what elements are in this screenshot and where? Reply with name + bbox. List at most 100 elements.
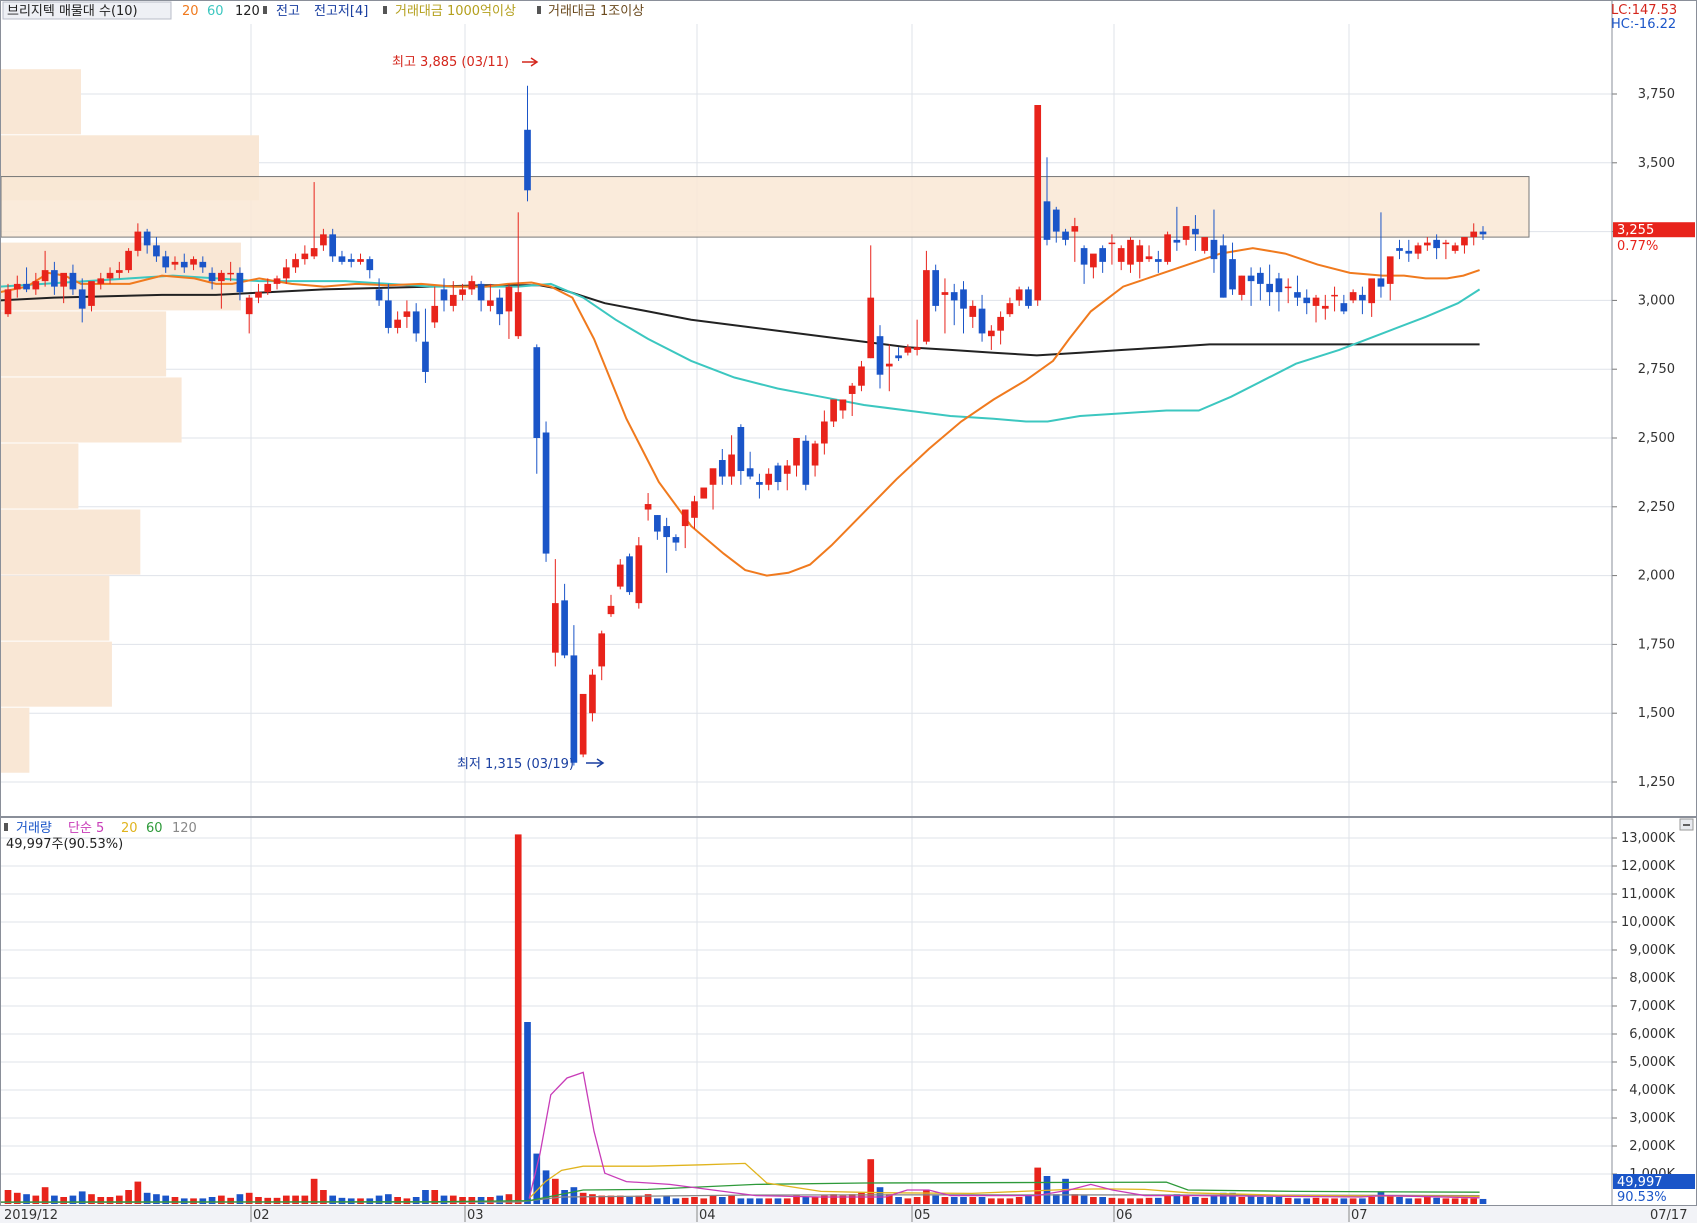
volume-bar bbox=[1182, 1195, 1190, 1204]
candle-body bbox=[1321, 305, 1329, 309]
volume-bar bbox=[134, 1181, 142, 1204]
volume-bar bbox=[468, 1197, 476, 1204]
candle-body bbox=[644, 504, 652, 510]
candle-body bbox=[1210, 239, 1218, 260]
price-legend[interactable]: 브리지텍 매물대 수(10) 20 60 120 전고 전고저[4] 거래대금 … bbox=[2, 1, 644, 20]
candle-body bbox=[1451, 245, 1459, 251]
candle-body bbox=[125, 250, 132, 271]
candle-body bbox=[941, 292, 949, 295]
candle-body bbox=[867, 297, 875, 359]
candle-body bbox=[440, 289, 448, 301]
profile-bar bbox=[1, 707, 30, 773]
candle-body bbox=[746, 468, 754, 477]
volume-bar bbox=[1025, 1195, 1032, 1204]
lc-readout: LC:147.53 bbox=[1611, 3, 1677, 18]
candle-body bbox=[913, 347, 921, 350]
volume-current-readout: 49,997주(90.53%) bbox=[6, 837, 123, 852]
candle-body bbox=[1359, 294, 1366, 301]
volume-bar bbox=[449, 1195, 457, 1204]
candle-body bbox=[691, 501, 698, 518]
candle-body bbox=[329, 234, 337, 257]
candle-body bbox=[700, 487, 708, 499]
candle-body bbox=[821, 421, 828, 444]
candle-body bbox=[681, 509, 689, 527]
stock-chart[interactable]: 3,7503,5003,2503,0002,7502,5002,2502,000… bbox=[0, 0, 1697, 1223]
volume-bar bbox=[746, 1198, 754, 1204]
candle-body bbox=[1062, 231, 1069, 240]
volume-bar bbox=[848, 1194, 856, 1204]
legend-prev-high: 전고 bbox=[276, 4, 300, 19]
legend-ma60: 60 bbox=[207, 4, 224, 19]
volume-bar bbox=[737, 1198, 745, 1204]
candle-body bbox=[162, 256, 170, 268]
candle-body bbox=[1284, 286, 1292, 289]
volume-bar bbox=[913, 1197, 921, 1204]
volume-bar bbox=[987, 1198, 995, 1204]
candle-body bbox=[626, 556, 633, 593]
candle-body bbox=[654, 515, 661, 532]
candle-body bbox=[375, 289, 383, 301]
candle-body bbox=[143, 231, 151, 246]
candle-body bbox=[598, 633, 606, 667]
volume-tick-label: 11,000K bbox=[1621, 887, 1675, 902]
candle-body bbox=[607, 605, 615, 615]
candle-body bbox=[1052, 209, 1060, 232]
candle-body bbox=[385, 300, 392, 328]
legend-ma20: 20 bbox=[182, 4, 199, 19]
chart-svg[interactable]: 3,7503,5003,2503,0002,7502,5002,2502,000… bbox=[0, 0, 1697, 1223]
candle-body bbox=[366, 259, 374, 271]
volume-bar bbox=[551, 1178, 559, 1204]
volume-bar bbox=[459, 1197, 466, 1204]
volume-bar bbox=[1321, 1198, 1329, 1204]
price-tick-label: 2,500 bbox=[1638, 431, 1675, 446]
volume-bar bbox=[691, 1197, 698, 1204]
candle-body bbox=[60, 272, 67, 287]
volume-tick-label: 9,000K bbox=[1629, 943, 1675, 958]
volume-bar bbox=[1433, 1197, 1440, 1204]
legend-ma120: 120 bbox=[235, 4, 260, 19]
legend-vol-ma60: 60 bbox=[146, 821, 163, 836]
volume-bar bbox=[60, 1197, 67, 1204]
current-volume-pct: 90.53% bbox=[1617, 1190, 1667, 1205]
volume-bar bbox=[1006, 1198, 1014, 1204]
volume-bar bbox=[1424, 1197, 1431, 1204]
date-tick-label: 06 bbox=[1116, 1208, 1133, 1223]
candle-body bbox=[774, 465, 782, 483]
collapse-button[interactable] bbox=[1679, 818, 1694, 831]
candle-body bbox=[115, 270, 123, 273]
candle-body bbox=[718, 460, 726, 477]
candle-body bbox=[69, 272, 77, 290]
candle-body bbox=[134, 231, 142, 251]
volume-bar bbox=[1127, 1198, 1134, 1204]
candle-body bbox=[153, 245, 160, 257]
candle-body bbox=[431, 305, 439, 323]
volume-bar bbox=[1331, 1198, 1338, 1204]
candle-body bbox=[756, 482, 763, 485]
candle-body bbox=[1090, 253, 1097, 268]
volume-bar bbox=[394, 1197, 401, 1204]
candle-body bbox=[1266, 283, 1273, 293]
candle-body bbox=[477, 283, 485, 301]
volume-tick-label: 4,000K bbox=[1629, 1083, 1675, 1098]
candle-body bbox=[997, 316, 1004, 331]
legend-volume: 거래량 bbox=[16, 821, 52, 836]
volume-bar bbox=[626, 1197, 633, 1204]
volume-bar bbox=[1349, 1198, 1357, 1204]
candle-body bbox=[1368, 278, 1376, 304]
candle-body bbox=[1117, 248, 1125, 262]
candle-body bbox=[190, 259, 197, 265]
volume-bar bbox=[932, 1195, 940, 1204]
volume-bar bbox=[106, 1197, 114, 1204]
volume-bar bbox=[1192, 1197, 1199, 1204]
volume-bar bbox=[180, 1198, 188, 1204]
candle-body bbox=[264, 283, 272, 293]
volume-bar bbox=[904, 1198, 912, 1204]
candle-body bbox=[579, 693, 587, 755]
volume-bar bbox=[830, 1194, 837, 1204]
candle-body bbox=[1424, 242, 1431, 246]
candle-body bbox=[310, 248, 318, 257]
current-volume-label: 49,997 bbox=[1617, 1175, 1663, 1190]
candle-body bbox=[923, 270, 930, 342]
volume-bar bbox=[811, 1197, 819, 1204]
volume-bar bbox=[1368, 1197, 1376, 1204]
